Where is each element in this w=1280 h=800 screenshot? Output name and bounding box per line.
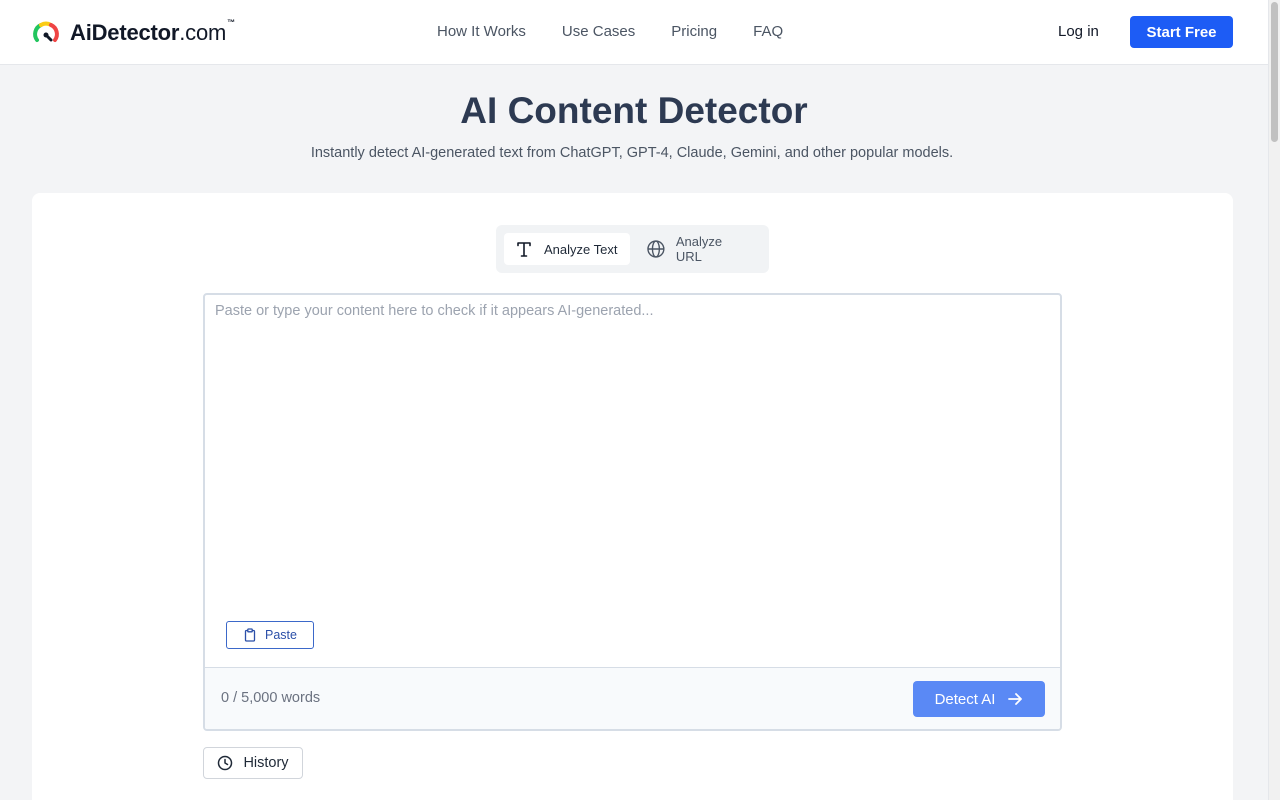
login-link[interactable]: Log in [1058,22,1099,42]
logo[interactable]: AiDetector .com ™ [32,18,235,48]
history-label: History [243,755,289,771]
history-button[interactable]: History [203,747,303,779]
nav-pricing[interactable]: Pricing [671,22,717,42]
gauge-logo-icon [33,21,59,42]
editor-footer: 0 / 5,000 words Detect AI [205,667,1060,729]
content-editor: Paste 0 / 5,000 words Detect AI [203,293,1062,731]
logo-trademark: ™ [227,18,235,27]
page-subtitle: Instantly detect AI-generated text from … [310,145,954,161]
clock-icon [218,755,233,771]
page-scrollbar[interactable] [1268,0,1280,800]
tab-analyze-text[interactable]: Analyze Text [504,233,630,265]
main-nav: How It Works Use Cases Pricing FAQ [437,22,819,42]
logo-tld: .com [179,20,227,45]
detect-ai-label: Detect AI [934,690,996,708]
scrollbar-thumb[interactable] [1271,2,1278,142]
logo-text: AiDetector .com ™ [70,18,235,46]
nav-how-it-works[interactable]: How It Works [437,22,526,42]
tab-analyze-url-label: Analyze URL [675,234,723,264]
clipboard-icon [244,628,256,642]
type-icon [517,242,531,257]
tab-analyze-text-label: Analyze Text [544,241,618,257]
paste-button-label: Paste [265,628,297,642]
detect-ai-button[interactable]: Detect AI [913,681,1045,717]
start-free-button[interactable]: Start Free [1130,16,1233,48]
nav-faq[interactable]: FAQ [753,22,783,42]
content-textarea[interactable] [205,295,1060,667]
arrow-right-icon [1008,693,1023,705]
site-header: AiDetector .com ™ How It Works Use Cases P… [0,0,1268,65]
tab-analyze-url[interactable]: Analyze URL [636,233,761,265]
nav-use-cases[interactable]: Use Cases [562,22,635,42]
word-count: 0 / 5,000 words [221,690,321,706]
page-title: AI Content Detector [460,90,808,131]
logo-brand: AiDetector [70,20,180,45]
paste-button[interactable]: Paste [226,621,314,649]
globe-icon [647,240,665,258]
analyze-tabs: Analyze Text Analyze URL [496,225,769,273]
